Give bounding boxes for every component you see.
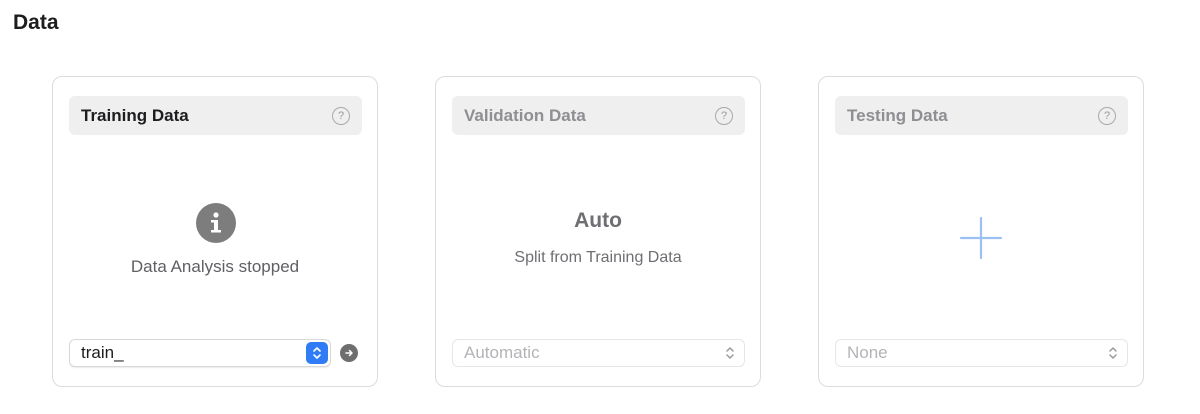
testing-data-card: Testing Data ? None xyxy=(818,76,1144,387)
help-icon[interactable]: ? xyxy=(332,106,350,125)
go-arrow-button[interactable] xyxy=(340,344,358,362)
arrow-right-icon xyxy=(345,349,353,357)
training-data-card: Training Data ? Data Analysis stopped tr… xyxy=(52,76,378,387)
validation-data-select[interactable]: Automatic xyxy=(452,339,745,367)
data-page: Data Training Data ? Data Analysis stopp… xyxy=(0,0,1200,414)
auto-subtext: Split from Training Data xyxy=(514,249,682,266)
testing-data-select[interactable]: None xyxy=(835,339,1128,367)
data-analysis-status: Data Analysis stopped xyxy=(130,257,300,276)
validation-data-title: Validation Data xyxy=(464,105,586,125)
testing-data-select-value: None xyxy=(847,343,888,362)
info-icon xyxy=(196,203,236,243)
help-icon[interactable]: ? xyxy=(1098,106,1116,125)
training-data-title: Training Data xyxy=(81,105,189,125)
validation-data-select-value: Automatic xyxy=(464,343,540,362)
section-title: Data xyxy=(13,11,59,34)
testing-data-header: Testing Data ? xyxy=(835,96,1128,135)
validation-data-header: Validation Data ? xyxy=(452,96,745,135)
select-stepper-icon[interactable] xyxy=(306,342,328,364)
training-data-header: Training Data ? xyxy=(69,96,362,135)
training-data-select[interactable]: train_ xyxy=(69,339,331,367)
plus-icon[interactable] xyxy=(959,216,1003,260)
auto-heading: Auto xyxy=(574,209,622,232)
chevron-updown-icon xyxy=(1107,345,1119,361)
chevron-updown-icon xyxy=(724,345,736,361)
help-icon[interactable]: ? xyxy=(715,106,733,125)
validation-data-card: Validation Data ? Auto Split from Traini… xyxy=(435,76,761,387)
testing-data-title: Testing Data xyxy=(847,105,948,125)
training-data-select-value: train_ xyxy=(81,343,124,362)
